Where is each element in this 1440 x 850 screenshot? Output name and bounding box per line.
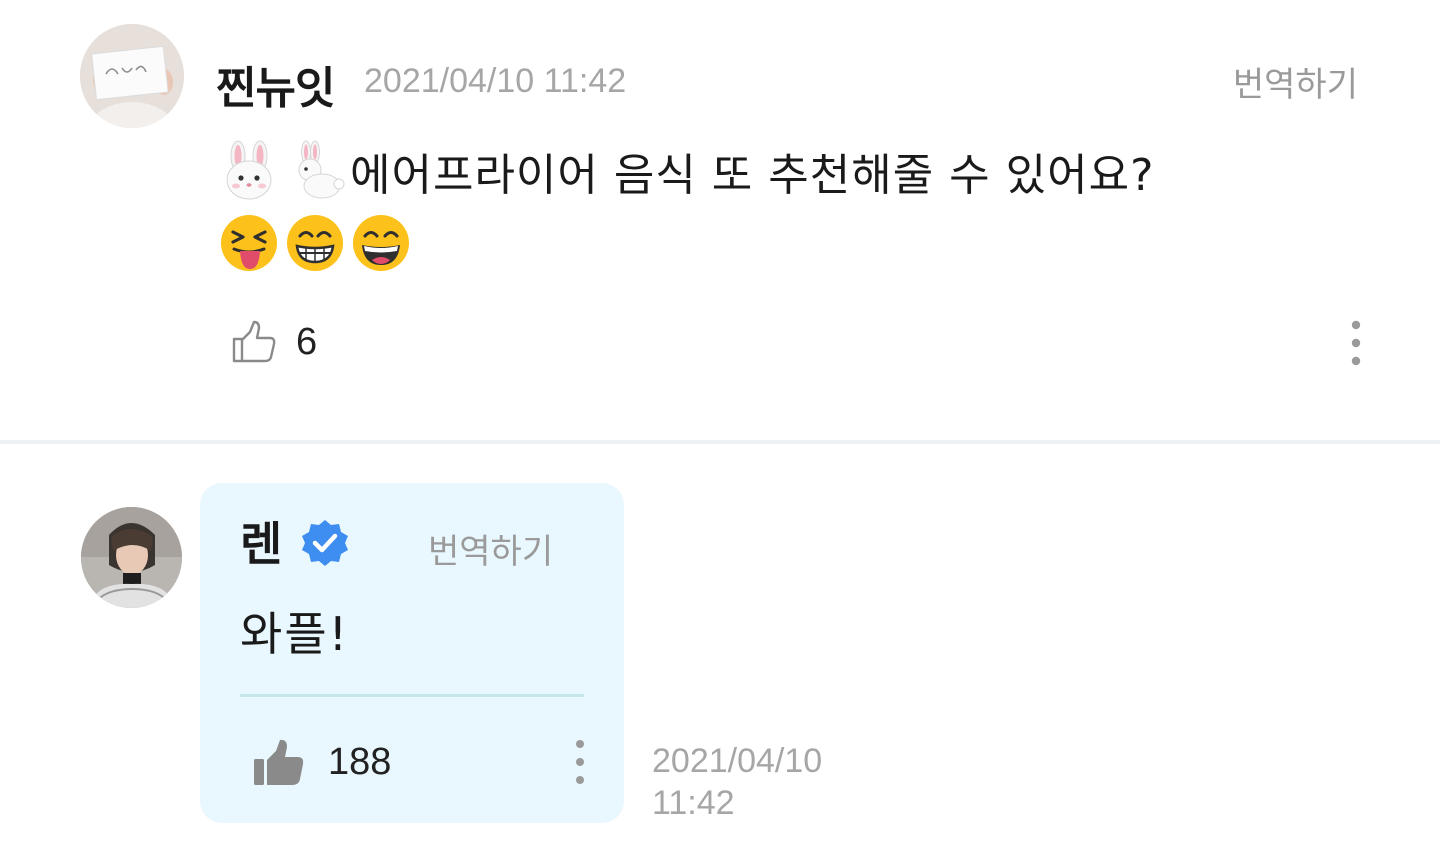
avatar-photo-sign [80, 24, 184, 128]
reply-timestamp-time: 11:42 [652, 784, 735, 822]
grinning-face-emoji [350, 212, 412, 274]
reply-like-row: 188 [252, 734, 391, 790]
reply-timestamp-date: 2021/04/10 [652, 742, 823, 780]
rabbit-face-emoji [218, 140, 280, 202]
post-like-count: 6 [296, 320, 318, 363]
reply-like-count: 188 [328, 740, 392, 783]
post-message: 에어프라이어 음식 또 추천해줄 수 있어요? [218, 140, 1378, 284]
reply-author-name[interactable]: 렌 [240, 508, 282, 574]
post-author-name[interactable]: 찐뉴잇 [216, 52, 335, 116]
post-message-text: 에어프라이어 음식 또 추천해줄 수 있어요? [350, 150, 1155, 201]
bubble-divider [240, 694, 584, 697]
reply-message: 와플! [240, 607, 350, 661]
reply-translate-button[interactable]: 번역하기 [428, 524, 553, 573]
more-options-icon[interactable] [1340, 318, 1372, 368]
grimacing-grin-emoji [284, 212, 346, 274]
thumbs-up-outline-icon[interactable] [230, 317, 280, 367]
post-timestamp: 2021/04/10 11:42 [364, 62, 627, 100]
verified-badge-icon [302, 520, 348, 566]
translate-button[interactable]: 번역하기 [1233, 57, 1358, 106]
reply-timestamp: 2021/04/10 11:42 [652, 740, 822, 824]
avatar-photo-artist [81, 507, 182, 608]
rabbit-emoji [284, 140, 346, 202]
squinting-tongue-emoji [218, 212, 280, 274]
post-like-row: 6 [230, 314, 317, 370]
reply-more-options-icon[interactable] [565, 738, 595, 786]
author-avatar[interactable] [80, 24, 184, 128]
section-divider [0, 440, 1440, 444]
reply-author-avatar[interactable] [81, 507, 182, 608]
thumbs-up-filled-icon[interactable] [252, 735, 306, 789]
